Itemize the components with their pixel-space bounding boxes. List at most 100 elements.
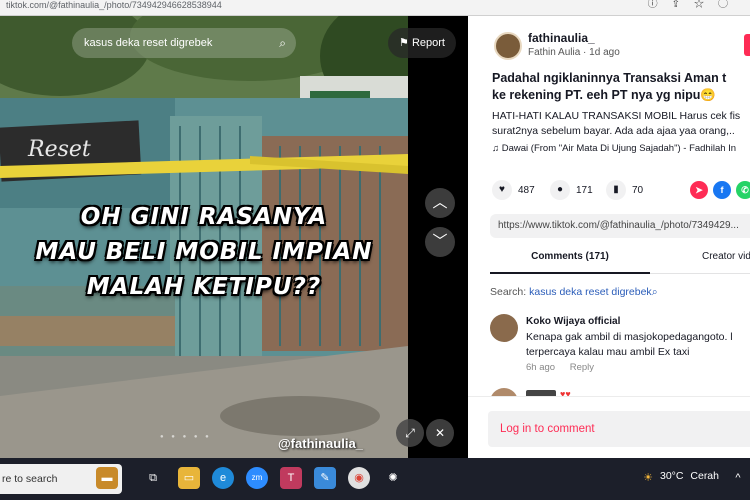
task-view-icon[interactable]: ⧉ <box>142 467 164 489</box>
search-term-link[interactable]: kasus deka reset digrebek <box>529 286 652 298</box>
chevron-up-icon[interactable]: ^ <box>730 470 746 486</box>
carousel-dots: ● ● ● ● ● <box>160 434 212 440</box>
info-icon[interactable]: ⓘ <box>648 0 672 10</box>
music-link[interactable]: ♫ Dawai (From "Air Mata Di Ujung Sajadah… <box>492 143 736 154</box>
login-to-comment-button[interactable]: Log in to comment <box>488 411 750 447</box>
file-explorer-icon[interactable]: ▭ <box>178 467 200 489</box>
search-prefix: Search: <box>490 286 527 298</box>
weather-widget[interactable]: 30°C Cerah <box>660 470 719 482</box>
heart-icon: ♥ <box>492 180 512 201</box>
overlay-text-line: OH GINI RASANYA <box>80 204 328 230</box>
bookmark-icon: ▮ <box>606 180 626 201</box>
music-title: Dawai (From "Air Mata Di Ujung Sajadah")… <box>501 143 737 154</box>
comment-text-line: Kenapa gak ambil di masjokopedagangoto. … <box>526 331 733 343</box>
login-footer: Log in to comment <box>468 396 750 458</box>
tab-creator-videos[interactable]: Creator vid <box>702 246 750 274</box>
temperature: 30°C <box>660 470 684 482</box>
notes-icon[interactable]: ✎ <box>314 467 336 489</box>
caption-title-line: ke rekening PT. eeh PT nya yg nipu😁 <box>492 88 716 102</box>
whatsapp-share-button[interactable]: ✆ <box>736 181 750 199</box>
share-icon[interactable]: ⇪ <box>672 0 694 10</box>
repost-icon: ➤ <box>695 185 703 195</box>
paint-icon[interactable]: ✺ <box>382 467 404 489</box>
post-time: 1d ago <box>589 47 620 58</box>
comment-count: 171 <box>576 185 593 196</box>
caption-body: HATI-HATI KALAU TRANSAKSI MOBIL Harus ce… <box>492 109 750 139</box>
next-button[interactable]: ﹀ <box>425 227 455 257</box>
author-subline: Fathin Aulia · 1d ago <box>528 47 620 58</box>
related-search[interactable]: Search: kasus deka reset digrebek⌕ <box>490 286 658 299</box>
post-details-panel: fathinaulia_ Fathin Aulia · 1d ago Padah… <box>468 16 750 458</box>
expand-button[interactable]: ⤢ <box>396 419 424 447</box>
search-icon: ⌕ <box>651 286 658 298</box>
save-button[interactable]: ▮ 70 <box>606 179 643 203</box>
repost-button[interactable]: ➤ <box>690 181 708 199</box>
profile-icon[interactable]: ◯ <box>718 0 742 10</box>
whatsapp-icon: ✆ <box>741 185 749 195</box>
facebook-icon: f <box>720 185 724 195</box>
bookmark-star-icon[interactable]: ☆ <box>694 0 718 10</box>
reply-button[interactable]: Reply <box>570 362 594 373</box>
browser-toolbar-icons: ⓘ⇪☆◯ <box>648 0 742 10</box>
caption-body-line: surat2nya sebelum bayar. Ada ada ajaa ya… <box>492 125 735 137</box>
chevron-down-icon: ﹀ <box>432 233 448 250</box>
comment-meta: 6h ago Reply <box>526 362 594 373</box>
avatar[interactable] <box>494 32 522 60</box>
expand-icon: ⤢ <box>405 426 415 440</box>
teams-icon[interactable]: T <box>280 467 302 489</box>
edge-icon[interactable]: e <box>212 467 234 489</box>
save-count: 70 <box>632 185 644 196</box>
sign-text: Reset <box>27 137 91 162</box>
viewer-search-text: kasus deka reset digrebek <box>84 37 213 49</box>
photo-scene: Reset <box>0 16 408 458</box>
comment-text-line: terpercaya kalau mau ambil Ex taxi <box>526 346 690 358</box>
weather-icon[interactable]: ☀ <box>640 470 656 486</box>
like-button[interactable]: ♥ 487 <box>492 179 535 203</box>
mute-button[interactable]: ✕ <box>426 419 454 447</box>
overlay-text-line: MALAH KETIPU?? <box>86 274 322 300</box>
comment-text: Kenapa gak ambil di masjokopedagangoto. … <box>526 330 733 360</box>
facebook-share-button[interactable]: f <box>713 181 731 199</box>
avatar[interactable] <box>490 314 518 342</box>
tab-comments[interactable]: Comments (171) <box>490 246 650 274</box>
comment-tabs: Comments (171) Creator vid <box>490 246 750 274</box>
copy-link-field[interactable]: https://www.tiktok.com/@fathinaulia_/pho… <box>490 214 750 238</box>
caption-title-line: Padahal ngiklaninnya Transaksi Aman t <box>492 71 727 85</box>
windows-taskbar: re to search ▬ ⧉ ▭ e zm T ✎ ◉ ✺ ☀ 30°C C… <box>0 458 750 500</box>
separator: · <box>583 47 587 58</box>
screen: tiktok.com/@fathinaulia_/photo/734942946… <box>0 0 750 500</box>
post-photo: Reset OH GINI RASANYA MAU BELI MOBIL IMP… <box>0 16 408 458</box>
watermark: @fathinaulia_ <box>278 436 363 451</box>
music-note-icon: ♫ <box>492 143 500 154</box>
engagement-bar: ♥ 487 ● 171 ▮ 70 ➤ f ✆ <box>492 179 750 203</box>
search-icon: ⌕ <box>279 36 286 50</box>
next-comment-preview: ♥♥ <box>490 386 750 396</box>
avatar <box>490 388 518 396</box>
viewer-search-input[interactable]: kasus deka reset digrebek ⌕ <box>72 28 296 58</box>
flag-icon: ⚑ <box>399 37 409 49</box>
mute-icon: ✕ <box>434 426 446 440</box>
previous-button[interactable]: ︿ <box>425 188 455 218</box>
caption-title: Padahal ngiklaninnya Transaksi Aman t ke… <box>492 70 750 104</box>
overlay-text-line: MAU BELI MOBIL IMPIAN <box>35 239 373 265</box>
comment-time: 6h ago <box>526 362 556 373</box>
like-count: 487 <box>518 185 535 196</box>
comment-icon: ● <box>550 180 570 201</box>
caption-body-line: HATI-HATI KALAU TRANSAKSI MOBIL Harus ce… <box>492 110 741 122</box>
heart-icon: ♥♥ <box>560 389 571 396</box>
photo-viewer: Reset OH GINI RASANYA MAU BELI MOBIL IMP… <box>0 16 468 458</box>
author-display-name: Fathin Aulia <box>528 47 581 58</box>
comment-author[interactable]: Koko Wijaya official <box>526 316 620 327</box>
weather-condition: Cerah <box>690 470 719 482</box>
comment-button[interactable]: ● 171 <box>550 179 593 203</box>
zoom-icon[interactable]: zm <box>246 467 268 489</box>
chrome-icon[interactable]: ◉ <box>348 467 370 489</box>
author-username[interactable]: fathinaulia_ <box>528 31 595 45</box>
url-text[interactable]: tiktok.com/@fathinaulia_/photo/734942946… <box>6 0 222 10</box>
report-button[interactable]: ⚑ Report <box>388 28 456 58</box>
report-label: Report <box>411 37 445 49</box>
briefcase-icon[interactable]: ▬ <box>96 467 118 489</box>
browser-address-bar[interactable]: tiktok.com/@fathinaulia_/photo/734942946… <box>0 0 750 16</box>
chevron-up-icon: ︿ <box>432 194 448 211</box>
follow-button[interactable] <box>744 34 750 56</box>
